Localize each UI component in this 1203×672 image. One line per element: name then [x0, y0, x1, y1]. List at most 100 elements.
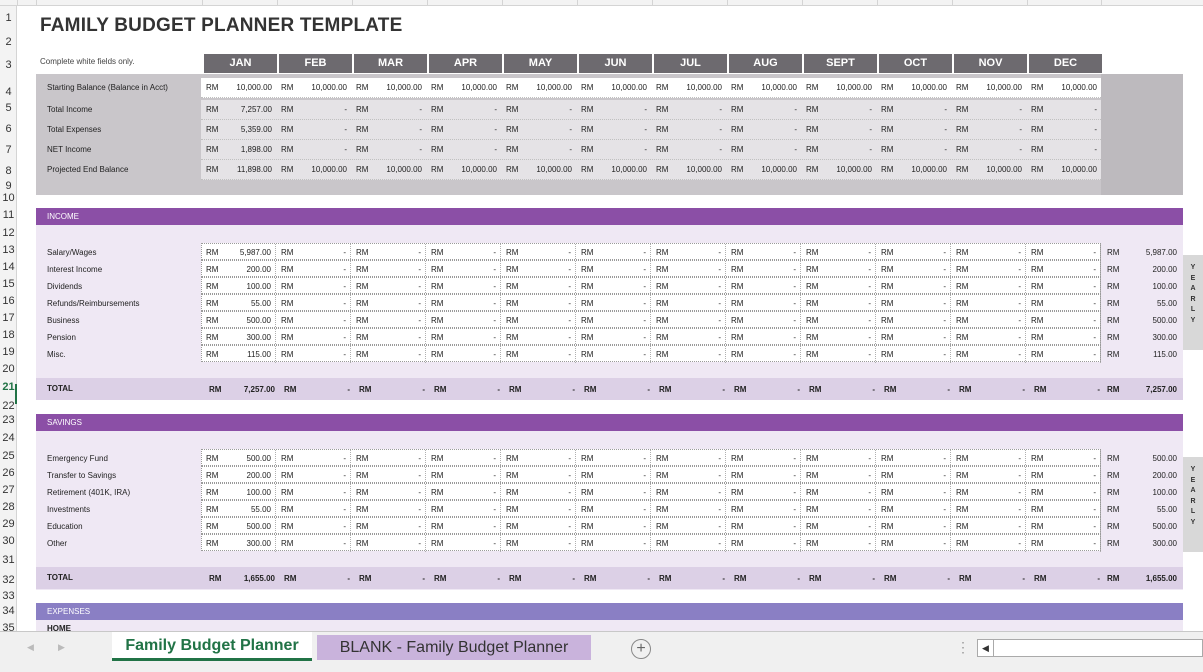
- income-cell[interactable]: RM -: [502, 261, 576, 278]
- savings-cell[interactable]: RM -: [952, 535, 1026, 552]
- income-cell[interactable]: RM -: [277, 244, 351, 261]
- savings-cell[interactable]: RM -: [652, 450, 726, 467]
- income-cell[interactable]: RM -: [727, 329, 801, 346]
- summary-cell[interactable]: RM -: [727, 121, 801, 138]
- income-cell[interactable]: RM -: [277, 346, 351, 363]
- savings-cell[interactable]: RM 200.00: [202, 467, 276, 484]
- row-number[interactable]: 16: [0, 296, 17, 307]
- income-cell[interactable]: RM -: [352, 261, 426, 278]
- summary-cell[interactable]: RM -: [652, 121, 726, 138]
- income-cell[interactable]: RM -: [1027, 312, 1101, 329]
- income-cell[interactable]: RM -: [1027, 329, 1101, 346]
- summary-cell[interactable]: RM 10,000.00: [802, 161, 876, 178]
- income-cell[interactable]: RM -: [877, 295, 951, 312]
- income-cell[interactable]: RM -: [652, 312, 726, 329]
- summary-cell[interactable]: RM 10,000.00: [727, 79, 801, 96]
- add-sheet-icon[interactable]: +: [631, 639, 651, 659]
- more-options-icon[interactable]: ⋮: [956, 639, 970, 656]
- income-cell[interactable]: RM -: [952, 312, 1026, 329]
- savings-cell[interactable]: RM -: [802, 467, 876, 484]
- savings-cell[interactable]: RM -: [352, 535, 426, 552]
- savings-cell[interactable]: RM -: [577, 518, 651, 535]
- row-number[interactable]: 28: [0, 502, 17, 513]
- income-cell[interactable]: RM 115.00: [202, 346, 276, 363]
- summary-cell[interactable]: RM -: [577, 101, 651, 118]
- summary-cell[interactable]: RM 10,000.00: [1027, 79, 1101, 96]
- summary-cell[interactable]: RM -: [877, 141, 951, 158]
- savings-cell[interactable]: RM -: [577, 501, 651, 518]
- savings-cell[interactable]: RM -: [352, 450, 426, 467]
- income-cell[interactable]: RM -: [652, 346, 726, 363]
- row-number[interactable]: 18: [0, 330, 17, 341]
- summary-cell[interactable]: RM -: [427, 121, 501, 138]
- income-cell[interactable]: RM -: [1027, 295, 1101, 312]
- row-number[interactable]: 19: [0, 347, 17, 358]
- row-number[interactable]: 32: [0, 575, 17, 586]
- savings-cell[interactable]: RM -: [577, 535, 651, 552]
- summary-cell[interactable]: RM 10,000.00: [277, 79, 351, 96]
- row-number[interactable]: 21: [0, 382, 17, 393]
- row-number[interactable]: 34: [0, 606, 17, 617]
- savings-cell[interactable]: RM -: [727, 535, 801, 552]
- row-number[interactable]: 12: [0, 228, 17, 239]
- summary-cell[interactable]: RM 7,257.00: [202, 101, 276, 118]
- income-cell[interactable]: RM 5,987.00: [202, 244, 276, 261]
- row-number[interactable]: 13: [0, 245, 17, 256]
- savings-cell[interactable]: RM -: [802, 484, 876, 501]
- summary-cell[interactable]: RM 10,000.00: [502, 161, 576, 178]
- income-cell[interactable]: RM -: [652, 244, 726, 261]
- row-number[interactable]: 17: [0, 313, 17, 324]
- income-cell[interactable]: RM -: [502, 346, 576, 363]
- income-cell[interactable]: RM -: [652, 295, 726, 312]
- savings-cell[interactable]: RM -: [877, 484, 951, 501]
- row-number[interactable]: 29: [0, 519, 17, 530]
- savings-cell[interactable]: RM -: [502, 467, 576, 484]
- savings-cell[interactable]: RM -: [277, 450, 351, 467]
- summary-cell[interactable]: RM 10,000.00: [877, 161, 951, 178]
- income-cell[interactable]: RM -: [727, 261, 801, 278]
- savings-cell[interactable]: RM -: [352, 484, 426, 501]
- summary-cell[interactable]: RM -: [877, 101, 951, 118]
- summary-cell[interactable]: RM 1,898.00: [202, 141, 276, 158]
- savings-cell[interactable]: RM -: [1027, 535, 1101, 552]
- summary-cell[interactable]: RM 10,000.00: [802, 79, 876, 96]
- summary-cell[interactable]: RM 10,000.00: [202, 79, 276, 96]
- savings-cell[interactable]: RM -: [727, 467, 801, 484]
- income-cell[interactable]: RM -: [1027, 261, 1101, 278]
- income-cell[interactable]: RM -: [502, 278, 576, 295]
- summary-cell[interactable]: RM -: [277, 101, 351, 118]
- summary-cell[interactable]: RM 10,000.00: [352, 79, 426, 96]
- savings-cell[interactable]: RM -: [952, 501, 1026, 518]
- summary-cell[interactable]: RM 10,000.00: [952, 79, 1026, 96]
- income-cell[interactable]: RM -: [802, 244, 876, 261]
- summary-cell[interactable]: RM -: [802, 141, 876, 158]
- row-number[interactable]: 33: [0, 591, 17, 602]
- summary-cell[interactable]: RM -: [1027, 121, 1101, 138]
- income-cell[interactable]: RM -: [652, 329, 726, 346]
- savings-cell[interactable]: RM -: [502, 484, 576, 501]
- income-cell[interactable]: RM -: [952, 261, 1026, 278]
- income-cell[interactable]: RM -: [352, 244, 426, 261]
- summary-cell[interactable]: RM -: [502, 121, 576, 138]
- income-cell[interactable]: RM -: [802, 295, 876, 312]
- summary-cell[interactable]: RM -: [352, 141, 426, 158]
- summary-cell[interactable]: RM 10,000.00: [277, 161, 351, 178]
- income-cell[interactable]: RM -: [877, 346, 951, 363]
- row-number[interactable]: 31: [0, 555, 17, 566]
- row-number[interactable]: 25: [0, 451, 17, 462]
- income-cell[interactable]: RM -: [877, 261, 951, 278]
- income-cell[interactable]: RM -: [427, 329, 501, 346]
- summary-cell[interactable]: RM -: [952, 101, 1026, 118]
- savings-cell[interactable]: RM -: [1027, 484, 1101, 501]
- income-cell[interactable]: RM -: [952, 278, 1026, 295]
- income-cell[interactable]: RM -: [577, 312, 651, 329]
- savings-cell[interactable]: RM -: [427, 535, 501, 552]
- savings-cell[interactable]: RM -: [1027, 467, 1101, 484]
- income-cell[interactable]: RM -: [352, 295, 426, 312]
- savings-cell[interactable]: RM 55.00: [202, 501, 276, 518]
- savings-cell[interactable]: RM -: [427, 467, 501, 484]
- summary-cell[interactable]: RM 11,898.00: [202, 161, 276, 178]
- savings-cell[interactable]: RM -: [277, 484, 351, 501]
- summary-cell[interactable]: RM -: [577, 121, 651, 138]
- savings-cell[interactable]: RM -: [727, 484, 801, 501]
